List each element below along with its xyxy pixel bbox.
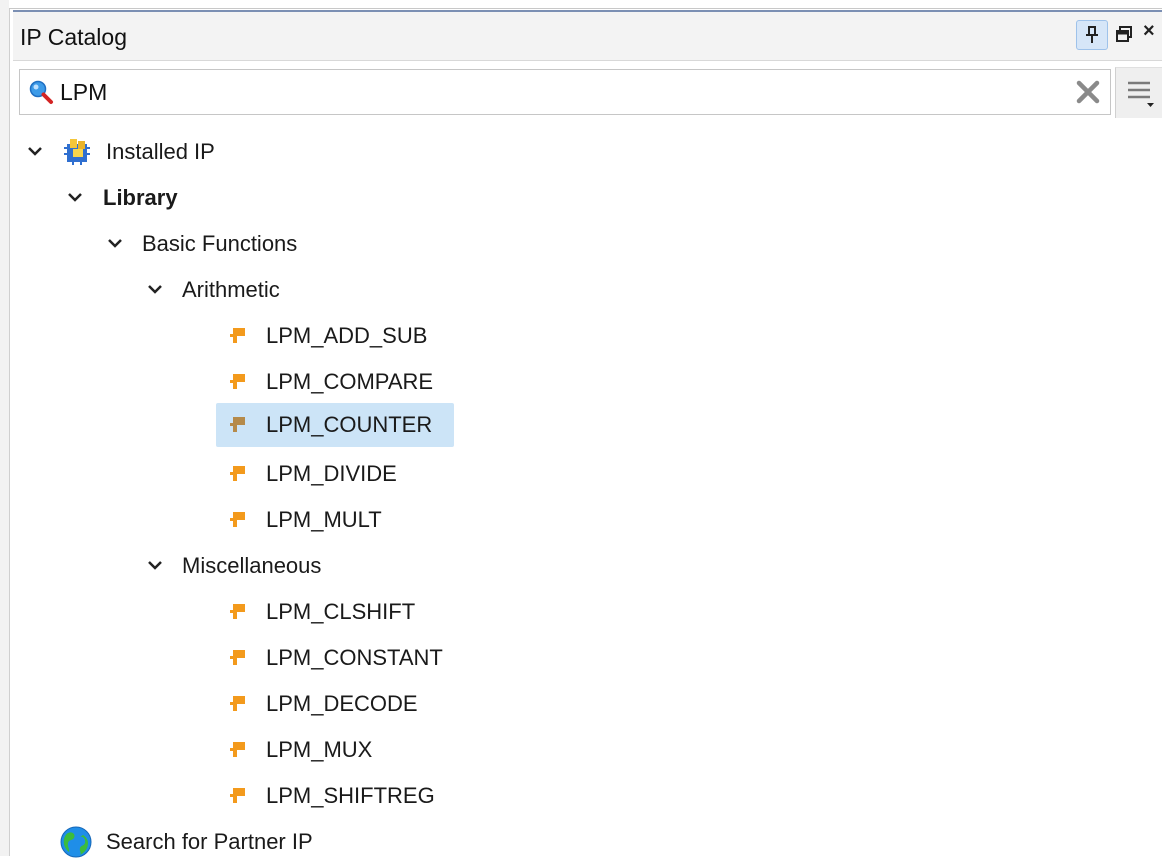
search-query: LPM — [60, 79, 108, 105]
search-input[interactable]: LPM — [19, 69, 1111, 115]
top-rule — [9, 0, 1162, 9]
tree-node-basic-functions[interactable]: Basic Functions — [105, 224, 297, 264]
tree-node-installed-ip[interactable]: Installed IP — [25, 132, 215, 172]
catalog-menu-button[interactable] — [1115, 67, 1162, 118]
ip-item-label: LPM_ADD_SUB — [266, 323, 428, 348]
ip-icon — [230, 650, 245, 665]
ip-icon — [230, 417, 245, 432]
tree-node-miscellaneous[interactable]: Miscellaneous — [145, 546, 321, 586]
globe-icon — [60, 826, 92, 858]
search-icon — [29, 80, 53, 104]
ip-item-label: LPM_CONSTANT — [266, 645, 443, 670]
tree-node-library[interactable]: Library — [65, 178, 178, 218]
ip-item-label: LPM_DECODE — [266, 691, 418, 716]
ip-icon — [230, 604, 245, 619]
tree-label: Miscellaneous — [182, 553, 322, 578]
ip-icon — [230, 466, 245, 481]
ip-item-lpm-add-sub[interactable]: LPM_ADD_SUB — [221, 316, 433, 356]
search-partner-ip[interactable]: Search for Partner IP — [59, 822, 313, 862]
ip-item-lpm-mult[interactable]: LPM_MULT — [221, 500, 388, 540]
chevron-down-icon[interactable] — [145, 556, 165, 576]
tree-label: Arithmetic — [182, 277, 280, 302]
tree-node-arithmetic[interactable]: Arithmetic — [145, 270, 280, 310]
ip-icon — [230, 788, 245, 803]
ip-item-label: LPM_COUNTER — [266, 412, 433, 437]
tree-label: Installed IP — [106, 139, 215, 164]
ip-icon — [230, 512, 245, 527]
ip-item-lpm-compare[interactable]: LPM_COMPARE — [221, 362, 439, 402]
ip-item-label: LPM_MUX — [266, 737, 373, 762]
chevron-down-icon[interactable] — [25, 142, 45, 162]
chevron-down-icon[interactable] — [105, 234, 125, 254]
chevron-down-icon[interactable] — [145, 280, 165, 300]
panel-title: IP Catalog — [20, 24, 127, 50]
ip-icon — [230, 696, 245, 711]
ip-item-lpm-decode[interactable]: LPM_DECODE — [221, 684, 424, 724]
ip-item-lpm-mux[interactable]: LPM_MUX — [221, 730, 378, 770]
ip-icon — [230, 742, 245, 757]
ip-item-lpm-constant[interactable]: LPM_CONSTANT — [221, 638, 449, 678]
ip-item-label: LPM_COMPARE — [266, 369, 434, 394]
left-frame-edge — [0, 0, 10, 856]
tree-label: Basic Functions — [142, 231, 298, 256]
search-row: LPM — [13, 64, 1162, 120]
ip-tree: Installed IP Library Basic Functions Ari… — [13, 128, 1162, 858]
tree-label: Search for Partner IP — [106, 829, 313, 854]
installed-ip-icon — [64, 139, 90, 165]
ip-item-label: LPM_DIVIDE — [266, 461, 397, 486]
menu-icon — [1127, 81, 1154, 107]
panel-title-bar: IP Catalog × — [13, 10, 1162, 61]
ip-icon — [230, 374, 245, 389]
ip-item-lpm-divide[interactable]: LPM_DIVIDE — [221, 454, 403, 494]
ip-item-lpm-shiftreg[interactable]: LPM_SHIFTREG — [221, 776, 441, 816]
ip-item-label: LPM_MULT — [266, 507, 382, 532]
clear-icon — [1076, 80, 1100, 104]
ip-item-lpm-clshift[interactable]: LPM_CLSHIFT — [221, 592, 421, 632]
pin-icon — [1086, 26, 1098, 43]
close-button[interactable]: × — [1143, 20, 1162, 46]
ip-item-label: LPM_CLSHIFT — [266, 599, 416, 624]
pin-button[interactable] — [1076, 20, 1108, 50]
ip-item-label: LPM_SHIFTREG — [266, 783, 435, 808]
chevron-down-icon[interactable] — [65, 188, 85, 208]
ip-item-lpm-counter[interactable]: LPM_COUNTER — [216, 403, 454, 447]
close-icon: × — [1143, 20, 1155, 42]
ip-icon — [230, 328, 245, 343]
clear-search-button[interactable] — [1072, 76, 1104, 108]
tree-label: Library — [103, 185, 178, 210]
float-icon — [1116, 26, 1132, 42]
float-button[interactable] — [1113, 23, 1135, 45]
